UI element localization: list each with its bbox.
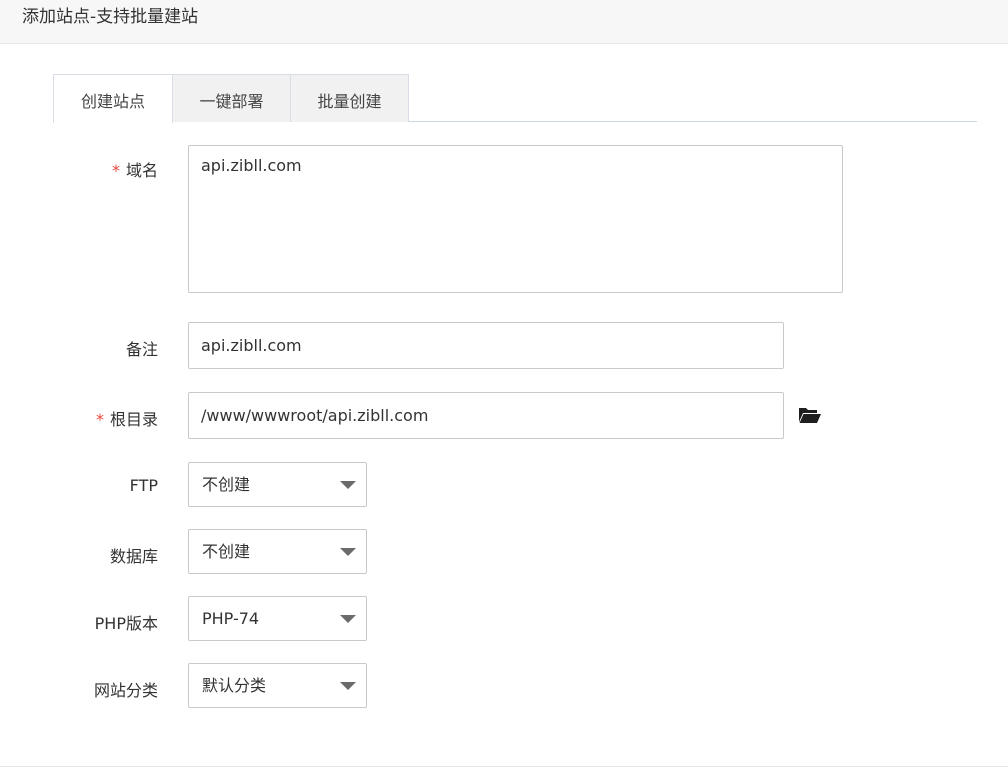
site-category-select-value: 默认分类 — [202, 676, 267, 695]
footer-divider — [0, 766, 1008, 767]
root-dir-label-text: 根目录 — [109, 410, 158, 429]
tab-batch-create[interactable]: 批量创建 — [290, 74, 409, 122]
required-mark: * — [111, 161, 120, 180]
php-version-select-value: PHP-74 — [202, 609, 260, 628]
database-select[interactable]: 不创建 — [188, 529, 367, 574]
tab-one-click-deploy[interactable]: 一键部署 — [172, 74, 291, 122]
site-category-label: 网站分类 — [93, 681, 158, 700]
tab-bar: 创建站点 一键部署 批量创建 — [53, 74, 977, 123]
domain-textarea[interactable]: api.zibll.com — [188, 145, 843, 293]
database-label: 数据库 — [109, 547, 158, 566]
required-mark: * — [95, 410, 104, 429]
php-version-label: PHP版本 — [94, 614, 158, 633]
domain-label: * 域名 — [112, 157, 158, 181]
chevron-down-icon — [340, 615, 356, 623]
remark-label: 备注 — [125, 340, 158, 359]
site-category-select[interactable]: 默认分类 — [188, 663, 367, 708]
dialog-title: 添加站点-支持批量建站 — [22, 7, 199, 27]
ftp-label: FTP — [129, 476, 158, 495]
root-dir-label: * 根目录 — [96, 406, 158, 430]
tab-create-site[interactable]: 创建站点 — [53, 74, 173, 123]
ftp-select[interactable]: 不创建 — [188, 462, 367, 507]
folder-open-icon[interactable] — [798, 405, 822, 425]
chevron-down-icon — [340, 682, 356, 690]
chevron-down-icon — [340, 481, 356, 489]
dialog-title-bar: 添加站点-支持批量建站 — [0, 0, 1008, 44]
ftp-select-value: 不创建 — [202, 475, 251, 494]
add-site-dialog: 添加站点-支持批量建站 创建站点 一键部署 批量创建 * 域名 api.zibll… — [0, 0, 1008, 769]
php-version-select[interactable]: PHP-74 — [188, 596, 367, 641]
chevron-down-icon — [340, 548, 356, 556]
database-select-value: 不创建 — [202, 542, 251, 561]
remark-input[interactable] — [188, 322, 784, 369]
root-dir-input[interactable] — [188, 392, 784, 439]
domain-label-text: 域名 — [125, 161, 158, 180]
